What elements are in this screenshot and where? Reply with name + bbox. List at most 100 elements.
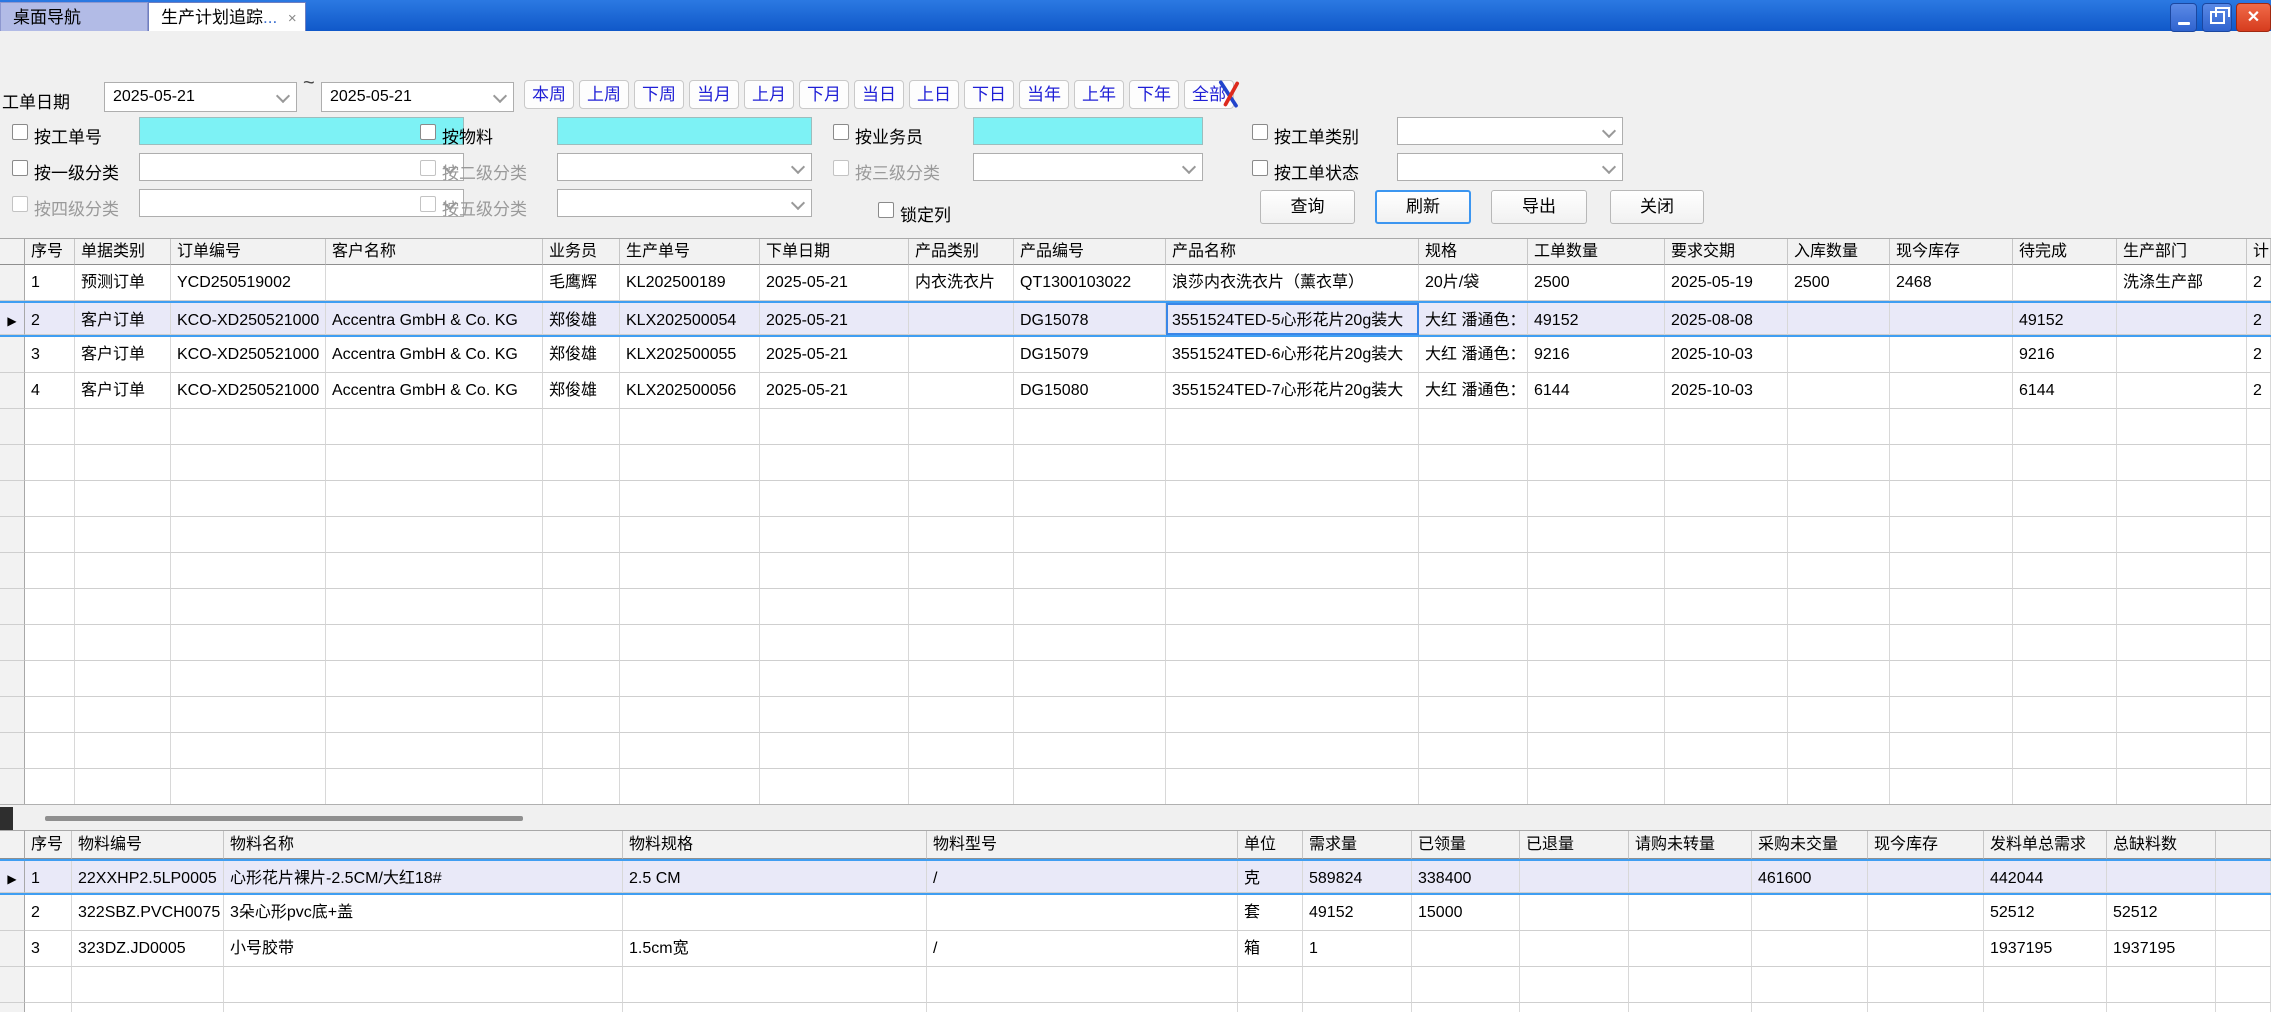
column-header[interactable]: 物料名称: [224, 831, 623, 859]
grid-cell[interactable]: [1752, 931, 1868, 967]
grid-cell[interactable]: 323DZ.JD0005: [72, 931, 224, 967]
by-wo-type-checkbox[interactable]: [1252, 124, 1268, 140]
quick-range-2[interactable]: 下周: [634, 80, 684, 109]
date-to-combo[interactable]: 2025-05-21: [321, 82, 514, 112]
row-selector[interactable]: [0, 373, 25, 409]
grid-cell[interactable]: 大红 潘通色：: [1419, 337, 1528, 373]
grid-cell[interactable]: [1520, 895, 1629, 931]
quick-range-3[interactable]: 当月: [689, 80, 739, 109]
column-header[interactable]: 总缺料数: [2107, 831, 2216, 859]
salesman-input[interactable]: [973, 117, 1203, 145]
workorder-input[interactable]: [139, 117, 464, 145]
grid-cell[interactable]: 2025-10-03: [1665, 337, 1788, 373]
grid-cell[interactable]: QT1300103022: [1014, 265, 1166, 301]
grid-cell[interactable]: 338400: [1412, 861, 1520, 893]
column-header[interactable]: 工单数量: [1528, 239, 1665, 265]
row-selector[interactable]: [0, 895, 25, 931]
grid-cell[interactable]: 心形花片裸片-2.5CM/大红18#: [224, 861, 623, 893]
tab-close-icon[interactable]: ×: [288, 10, 297, 27]
grid-cell[interactable]: [1788, 373, 1890, 409]
close-panel-button[interactable]: 关闭: [1610, 190, 1704, 224]
by-workorder-checkbox[interactable]: [12, 124, 28, 140]
grid-cell[interactable]: 1: [25, 861, 72, 893]
grid-cell[interactable]: 大红 潘通色：: [1419, 303, 1528, 335]
column-header[interactable]: 产品名称: [1166, 239, 1419, 265]
table-row[interactable]: 4客户订单KCO-XD250521000Accentra GmbH & Co. …: [0, 373, 2271, 409]
grid-cell[interactable]: 洗涤生产部: [2117, 265, 2247, 301]
grid-cell[interactable]: KLX202500055: [620, 337, 760, 373]
grid-cell[interactable]: 3551524TED-6心形花片20g装大: [1166, 337, 1419, 373]
grid-cell[interactable]: [2216, 895, 2271, 931]
grid-cell[interactable]: 52512: [2107, 895, 2216, 931]
grid-cell[interactable]: [1890, 337, 2013, 373]
grid-cell[interactable]: Accentra GmbH & Co. KG: [326, 373, 543, 409]
grid-cell[interactable]: [623, 895, 927, 931]
column-header[interactable]: 计: [2247, 239, 2271, 265]
grid-cell[interactable]: [1752, 895, 1868, 931]
table-row[interactable]: 3客户订单KCO-XD250521000Accentra GmbH & Co. …: [0, 337, 2271, 373]
grid-cell[interactable]: [1520, 861, 1629, 893]
table-row[interactable]: ▶2客户订单KCO-XD250521000Accentra GmbH & Co.…: [0, 301, 2271, 337]
grid-cell[interactable]: 克: [1238, 861, 1303, 893]
grid-cell[interactable]: [927, 895, 1238, 931]
grid-cell[interactable]: 2: [25, 895, 72, 931]
column-header[interactable]: 现今库存: [1868, 831, 1984, 859]
chevron-down-icon[interactable]: [491, 89, 509, 107]
column-header[interactable]: 物料型号: [927, 831, 1238, 859]
grid-cell[interactable]: 2025-05-19: [1665, 265, 1788, 301]
row-selector[interactable]: ▶: [0, 303, 25, 335]
minimize-button[interactable]: [2170, 3, 2197, 32]
grid-cell[interactable]: DG15078: [1014, 303, 1166, 335]
grid-cell[interactable]: 客户订单: [75, 373, 171, 409]
grid-cell[interactable]: 2025-05-21: [760, 303, 909, 335]
chevron-down-icon[interactable]: [1600, 124, 1618, 142]
cat1-combo[interactable]: [139, 153, 464, 181]
grid-cell[interactable]: [2013, 265, 2117, 301]
grid-cell[interactable]: KLX202500056: [620, 373, 760, 409]
grid-cell[interactable]: 6144: [1528, 373, 1665, 409]
quick-range-5[interactable]: 下月: [799, 80, 849, 109]
grid-cell[interactable]: 2: [2247, 373, 2271, 409]
column-header[interactable]: 单位: [1238, 831, 1303, 859]
quick-range-10[interactable]: 上年: [1074, 80, 1124, 109]
grid-cell[interactable]: 4: [25, 373, 75, 409]
grid-cell[interactable]: 预测订单: [75, 265, 171, 301]
grid-cell[interactable]: 3: [25, 337, 75, 373]
grid-cell[interactable]: Accentra GmbH & Co. KG: [326, 303, 543, 335]
grid-cell[interactable]: 20片/袋: [1419, 265, 1528, 301]
refresh-button[interactable]: 刷新: [1375, 190, 1471, 224]
grid-cell[interactable]: [1868, 895, 1984, 931]
grid-cell[interactable]: [1788, 337, 1890, 373]
column-header[interactable]: 单据类别: [75, 239, 171, 265]
column-header[interactable]: 入库数量: [1788, 239, 1890, 265]
grid-cell[interactable]: 3朵心形pvc底+盖: [224, 895, 623, 931]
grid-cell[interactable]: 2: [2247, 303, 2271, 335]
column-header[interactable]: 产品类别: [909, 239, 1014, 265]
grid-cell[interactable]: 内衣洗衣片: [909, 265, 1014, 301]
grid-cell[interactable]: 2468: [1890, 265, 2013, 301]
grid-cell[interactable]: 2500: [1788, 265, 1890, 301]
row-selector[interactable]: [0, 337, 25, 373]
table-row[interactable]: 1预测订单YCD250519002毛鹰辉KL2025001892025-05-2…: [0, 265, 2271, 301]
quick-range-6[interactable]: 当日: [854, 80, 904, 109]
grid-cell[interactable]: [1520, 931, 1629, 967]
horizontal-scrollbar[interactable]: [0, 804, 2271, 831]
grid-cell[interactable]: 3551524TED-5心形花片20g装大: [1166, 303, 1419, 335]
grid-cell[interactable]: [1629, 861, 1752, 893]
grid-cell[interactable]: 3551524TED-7心形花片20g装大: [1166, 373, 1419, 409]
grid-cell[interactable]: 2500: [1528, 265, 1665, 301]
grid-cell[interactable]: KLX202500054: [620, 303, 760, 335]
column-header[interactable]: 物料编号: [72, 831, 224, 859]
grid-cell[interactable]: [1629, 931, 1752, 967]
grid-cell[interactable]: 2025-05-21: [760, 373, 909, 409]
column-header[interactable]: 已领量: [1412, 831, 1520, 859]
grid-cell[interactable]: 2025-05-21: [760, 337, 909, 373]
column-header[interactable]: 生产部门: [2117, 239, 2247, 265]
grid-cell[interactable]: 52512: [1984, 895, 2107, 931]
column-header[interactable]: 序号: [25, 239, 75, 265]
grid-cell[interactable]: 49152: [2013, 303, 2117, 335]
by-salesman-checkbox[interactable]: [833, 124, 849, 140]
table-row[interactable]: 3323DZ.JD0005小号胶带1.5cm宽/箱119371951937195: [0, 931, 2271, 967]
grid-cell[interactable]: 15000: [1412, 895, 1520, 931]
column-header[interactable]: 现今库存: [1890, 239, 2013, 265]
